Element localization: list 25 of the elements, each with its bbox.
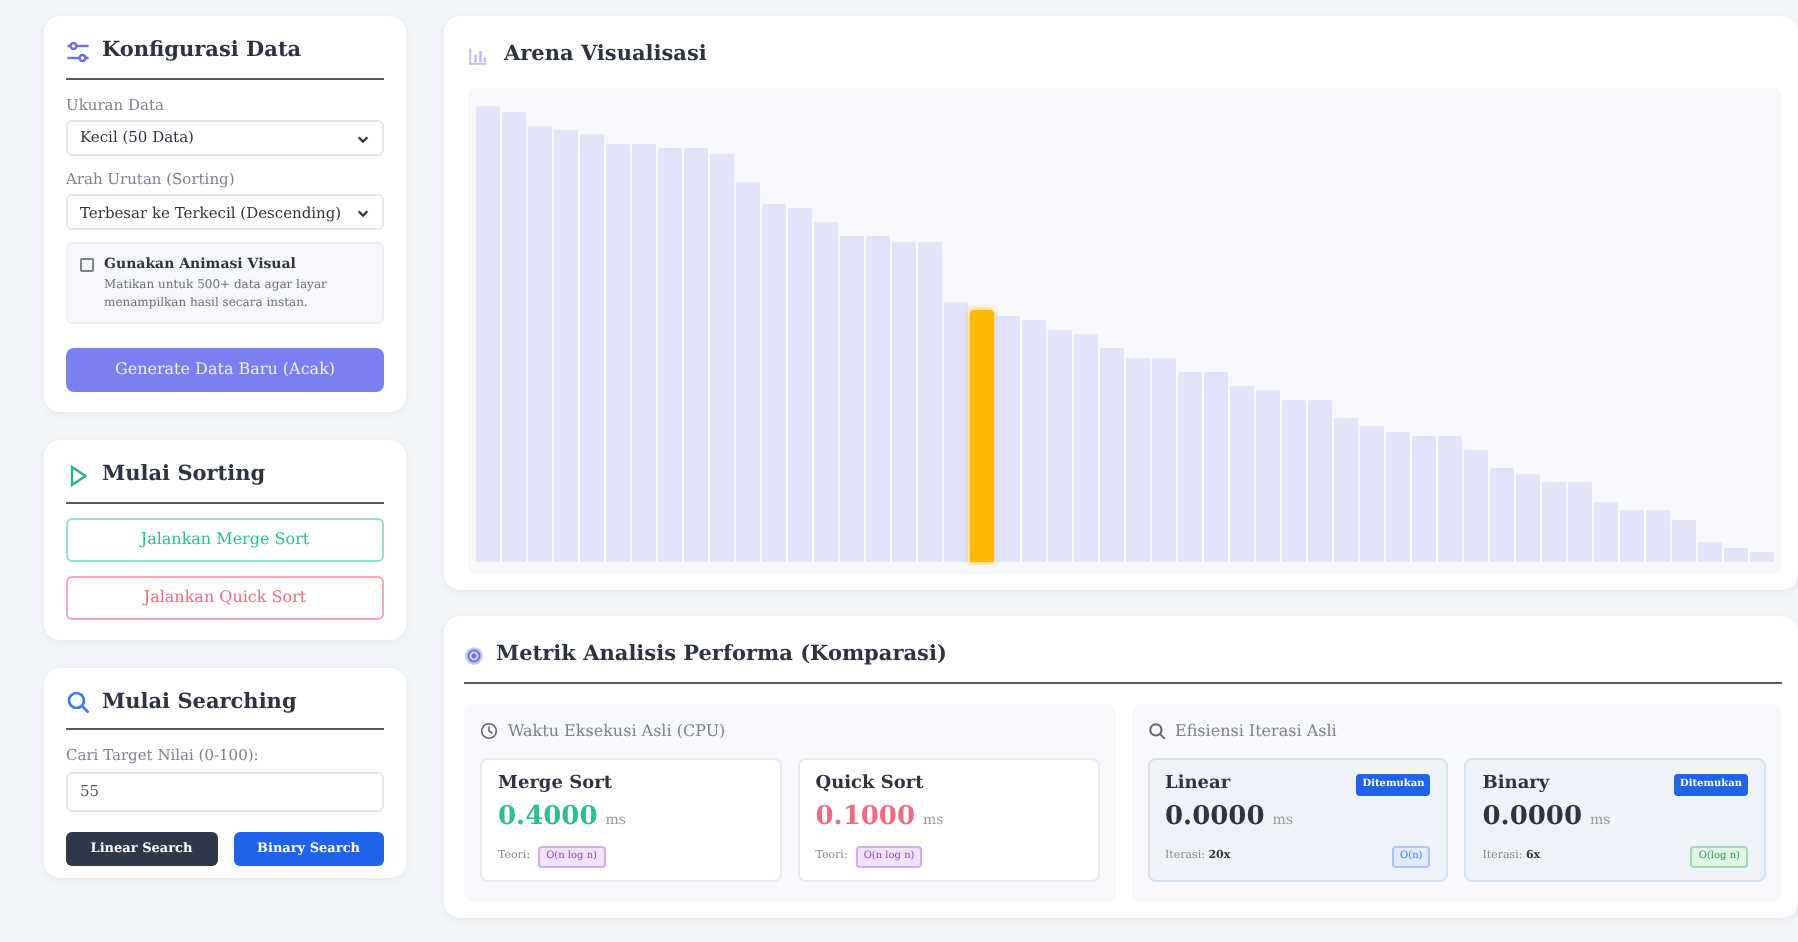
panel-title: Arena Visualisasi bbox=[504, 40, 707, 70]
metric-name: Linear bbox=[1165, 771, 1231, 797]
panel-title: Mulai Sorting bbox=[102, 459, 266, 490]
group-title: Waktu Eksekusi Asli (CPU) bbox=[508, 719, 726, 743]
chevron-down-icon bbox=[356, 205, 370, 220]
search-icon bbox=[66, 690, 90, 715]
panel-title: Metrik Analisis Performa (Komparasi) bbox=[496, 639, 947, 670]
panel-title: Mulai Searching bbox=[102, 687, 297, 717]
search-icon bbox=[1147, 722, 1165, 740]
metric-name: Binary bbox=[1482, 771, 1550, 797]
metric-name: Quick Sort bbox=[815, 771, 924, 797]
checkbox[interactable] bbox=[80, 258, 94, 273]
group-title: Efisiensi Iterasi Asli bbox=[1175, 719, 1337, 743]
play-icon bbox=[66, 463, 90, 488]
target-icon bbox=[464, 645, 484, 666]
sliders-icon bbox=[66, 39, 90, 64]
metric-value: 0.0000 bbox=[1165, 800, 1265, 836]
chevron-down-icon bbox=[356, 131, 370, 145]
metric-name: Merge Sort bbox=[498, 771, 612, 797]
metric-value: 0.4000 bbox=[498, 800, 598, 836]
bar-chart-icon bbox=[468, 45, 488, 66]
metric-value: 0.1000 bbox=[815, 800, 916, 836]
panel-title: Konfigurasi Data bbox=[102, 36, 302, 66]
clock-icon bbox=[480, 722, 498, 740]
metric-value: 0.0000 bbox=[1482, 800, 1583, 836]
